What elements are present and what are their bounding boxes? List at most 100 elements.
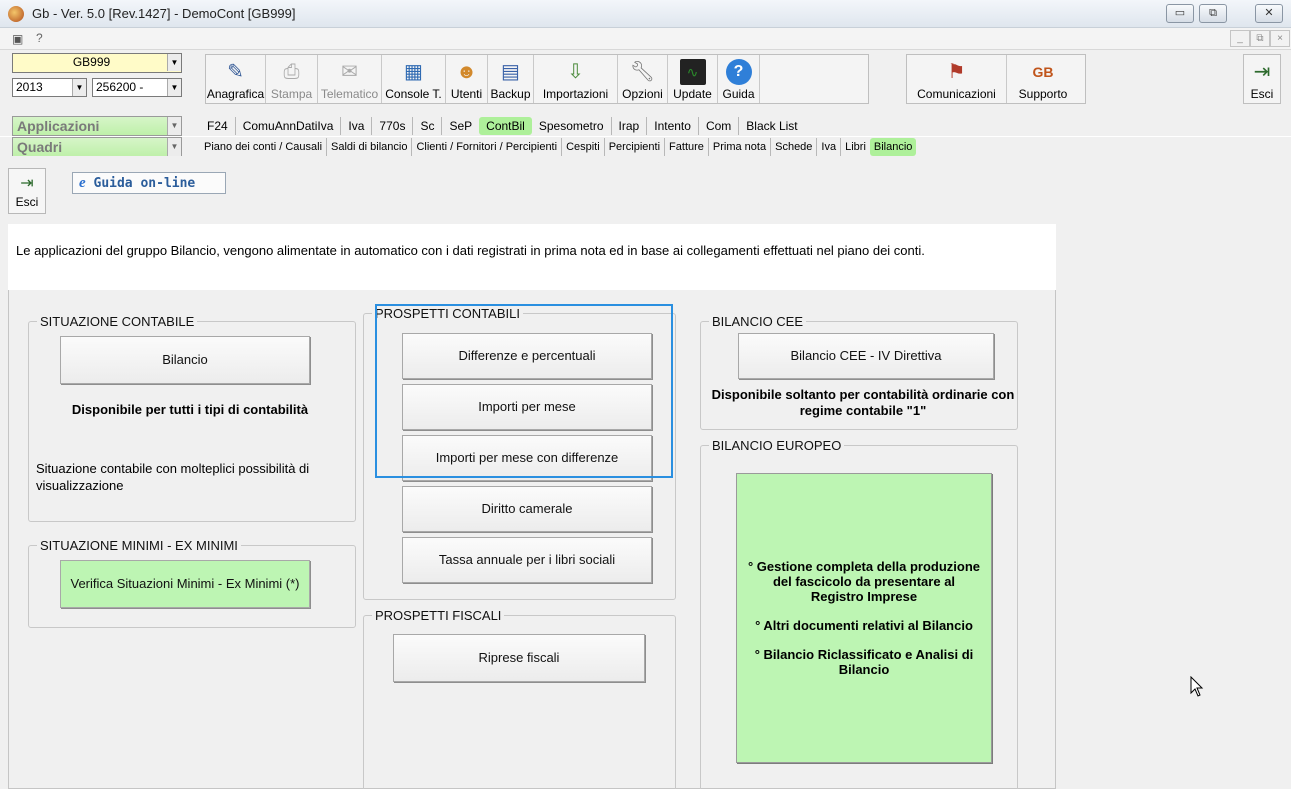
tab-iva[interactable]: Iva bbox=[340, 117, 371, 135]
tab-percipienti[interactable]: Percipienti bbox=[603, 138, 664, 156]
tab-clienti-fornitori[interactable]: Clienti / Fornitori / Percipienti bbox=[411, 138, 561, 156]
close-button[interactable]: ✕ bbox=[1255, 4, 1283, 23]
telematico-button[interactable]: ✉ Telematico bbox=[318, 55, 382, 103]
account-combo[interactable]: 256200 - ▼ bbox=[92, 78, 182, 97]
quadri-combo[interactable]: Quadri ▼ bbox=[12, 137, 182, 157]
anagrafica-label: Anagrafica bbox=[206, 87, 265, 101]
situazione-contabile-desc: Situazione contabile con molteplici poss… bbox=[36, 461, 310, 493]
tab-schede[interactable]: Schede bbox=[770, 138, 816, 156]
tab-contbil[interactable]: ContBil bbox=[479, 117, 532, 135]
diritto-camerale-button[interactable]: Diritto camerale bbox=[402, 486, 652, 532]
applicazioni-label: Applicazioni bbox=[17, 118, 100, 134]
stampa-button[interactable]: ⎙ Stampa bbox=[266, 55, 318, 103]
quadri-row: Quadri ▼ Piano dei conti / Causali Saldi… bbox=[0, 137, 1291, 157]
esci-label: Esci bbox=[1250, 87, 1274, 101]
prospetti-fiscali-legend: PROSPETTI FISCALI bbox=[375, 608, 502, 623]
chevron-down-icon[interactable]: ▼ bbox=[167, 138, 181, 156]
exit-toolbar-group: ⇥ Esci bbox=[1243, 54, 1281, 104]
guida-label: Guida bbox=[722, 87, 755, 101]
bilancio-europeo-item: ° Gestione completa della produzione del… bbox=[747, 559, 980, 604]
tab-fatture[interactable]: Fatture bbox=[664, 138, 708, 156]
app-icon bbox=[8, 6, 24, 22]
quadri-label: Quadri bbox=[17, 139, 63, 155]
help-icon: ? bbox=[725, 59, 752, 85]
users-icon: ☻ bbox=[455, 61, 478, 83]
printer-icon: ⎙ bbox=[283, 61, 300, 83]
tab-black-list[interactable]: Black List bbox=[738, 117, 804, 135]
bilancio-europeo-button[interactable]: ° Gestione completa della produzione del… bbox=[736, 473, 992, 763]
tab-f24[interactable]: F24 bbox=[200, 117, 235, 135]
tab-spesometro[interactable]: Spesometro bbox=[532, 117, 611, 135]
tab-sc[interactable]: Sc bbox=[412, 117, 441, 135]
applicazioni-combo[interactable]: Applicazioni ▼ bbox=[12, 116, 182, 136]
selection-highlight bbox=[375, 304, 673, 478]
account-value: 256200 - bbox=[96, 80, 144, 94]
riprese-fiscali-button[interactable]: Riprese fiscali bbox=[393, 634, 645, 682]
tab-iva[interactable]: Iva bbox=[816, 138, 840, 156]
comunicazioni-button[interactable]: ⚑ Comunicazioni bbox=[907, 55, 1007, 103]
update-label: Update bbox=[673, 87, 712, 101]
verifica-minimi-button[interactable]: Verifica Situazioni Minimi - Ex Minimi (… bbox=[60, 560, 310, 608]
tab-com[interactable]: Com bbox=[697, 117, 738, 135]
importazioni-button[interactable]: ⇩ Importazioni bbox=[534, 55, 618, 103]
internet-explorer-icon: e bbox=[79, 175, 86, 191]
exit-door-icon: ⇥ bbox=[20, 175, 34, 192]
tab-comuanndatiiva[interactable]: ComuAnnDatiIva bbox=[234, 117, 341, 135]
bilancio-cee-button[interactable]: Bilancio CEE - IV Direttiva bbox=[738, 333, 994, 379]
applicazioni-tabs: F24 ComuAnnDatiIva Iva 770s Sc SeP ContB… bbox=[200, 116, 805, 136]
opzioni-button[interactable]: 🔧︎ Opzioni bbox=[618, 55, 668, 103]
utenti-button[interactable]: ☻ Utenti bbox=[446, 55, 488, 103]
title-bar: Gb - Ver. 5.0 [Rev.1427] - DemoCont [GB9… bbox=[0, 0, 1291, 28]
supporto-label: Supporto bbox=[1018, 87, 1068, 101]
year-combo[interactable]: 2013 ▼ bbox=[12, 78, 87, 97]
help-menu[interactable]: ? bbox=[36, 31, 43, 45]
tab-piano-dei-conti[interactable]: Piano dei conti / Causali bbox=[200, 138, 326, 156]
tab-cespiti[interactable]: Cespiti bbox=[561, 138, 604, 156]
backup-button[interactable]: ▤ Backup bbox=[488, 55, 534, 103]
minimize-button[interactable]: ▭ bbox=[1166, 4, 1194, 23]
company-combo[interactable]: GB999 ▼ bbox=[12, 53, 182, 73]
tab-libri[interactable]: Libri bbox=[840, 138, 870, 156]
maximize-button[interactable]: ⧉ bbox=[1199, 4, 1227, 23]
bilancio-europeo-legend: BILANCIO EUROPEO bbox=[712, 438, 842, 453]
tab-prima-nota[interactable]: Prima nota bbox=[707, 138, 770, 156]
chevron-down-icon[interactable]: ▼ bbox=[167, 79, 181, 96]
tab-irap[interactable]: Irap bbox=[610, 117, 647, 135]
utenti-label: Utenti bbox=[450, 87, 483, 101]
update-button[interactable]: ∿ Update bbox=[668, 55, 718, 103]
guida-button[interactable]: ? Guida bbox=[718, 55, 760, 103]
update-icon: ∿ bbox=[679, 59, 706, 85]
tassa-libri-sociali-button[interactable]: Tassa annuale per i libri sociali bbox=[402, 537, 652, 583]
situazione-contabile-note: Disponibile per tutti i tipi di contabil… bbox=[71, 402, 309, 417]
tab-saldi-di-bilancio[interactable]: Saldi di bilancio bbox=[326, 138, 411, 156]
esci-button[interactable]: ⇥ Esci bbox=[1244, 55, 1280, 103]
telematic-icon: ✉ bbox=[341, 61, 358, 83]
tab-intento[interactable]: Intento bbox=[646, 117, 698, 135]
guida-online-button[interactable]: e Guida on-line bbox=[72, 172, 226, 194]
tab-bilancio[interactable]: Bilancio bbox=[869, 138, 917, 156]
chevron-down-icon[interactable]: ▼ bbox=[167, 54, 181, 71]
gb-support-icon: GB bbox=[1032, 64, 1054, 80]
tab-770s[interactable]: 770s bbox=[371, 117, 412, 135]
intro-text: Le applicazioni del gruppo Bilancio, ven… bbox=[8, 224, 1056, 290]
mdi-close-button[interactable]: × bbox=[1270, 30, 1290, 47]
situazione-minimi-legend: SITUAZIONE MINIMI - EX MINIMI bbox=[40, 538, 238, 553]
mdi-minimize-button[interactable]: _ bbox=[1230, 30, 1250, 47]
content-esci-button[interactable]: ⇥ Esci bbox=[8, 168, 46, 214]
window-title: Gb - Ver. 5.0 [Rev.1427] - DemoCont [GB9… bbox=[32, 6, 296, 21]
document-icon[interactable]: ▣ bbox=[12, 32, 23, 46]
supporto-button[interactable]: GB Supporto bbox=[1007, 55, 1079, 103]
tab-sep[interactable]: SeP bbox=[441, 117, 479, 135]
telematico-label: Telematico bbox=[320, 87, 379, 101]
chevron-down-icon[interactable]: ▼ bbox=[167, 117, 181, 135]
year-value: 2013 bbox=[16, 80, 43, 94]
mdi-restore-button[interactable]: ⧉ bbox=[1250, 30, 1270, 47]
anagrafica-button[interactable]: ✎ Anagrafica bbox=[206, 55, 266, 103]
console-button[interactable]: ▦ Console T. bbox=[382, 55, 446, 103]
applicazioni-row: Applicazioni ▼ F24 ComuAnnDatiIva Iva 77… bbox=[0, 116, 1291, 136]
comunicazioni-label: Comunicazioni bbox=[917, 87, 996, 101]
content-esci-label: Esci bbox=[15, 195, 39, 209]
stampa-label: Stampa bbox=[270, 87, 313, 101]
bilancio-button[interactable]: Bilancio bbox=[60, 336, 310, 384]
chevron-down-icon[interactable]: ▼ bbox=[72, 79, 86, 96]
